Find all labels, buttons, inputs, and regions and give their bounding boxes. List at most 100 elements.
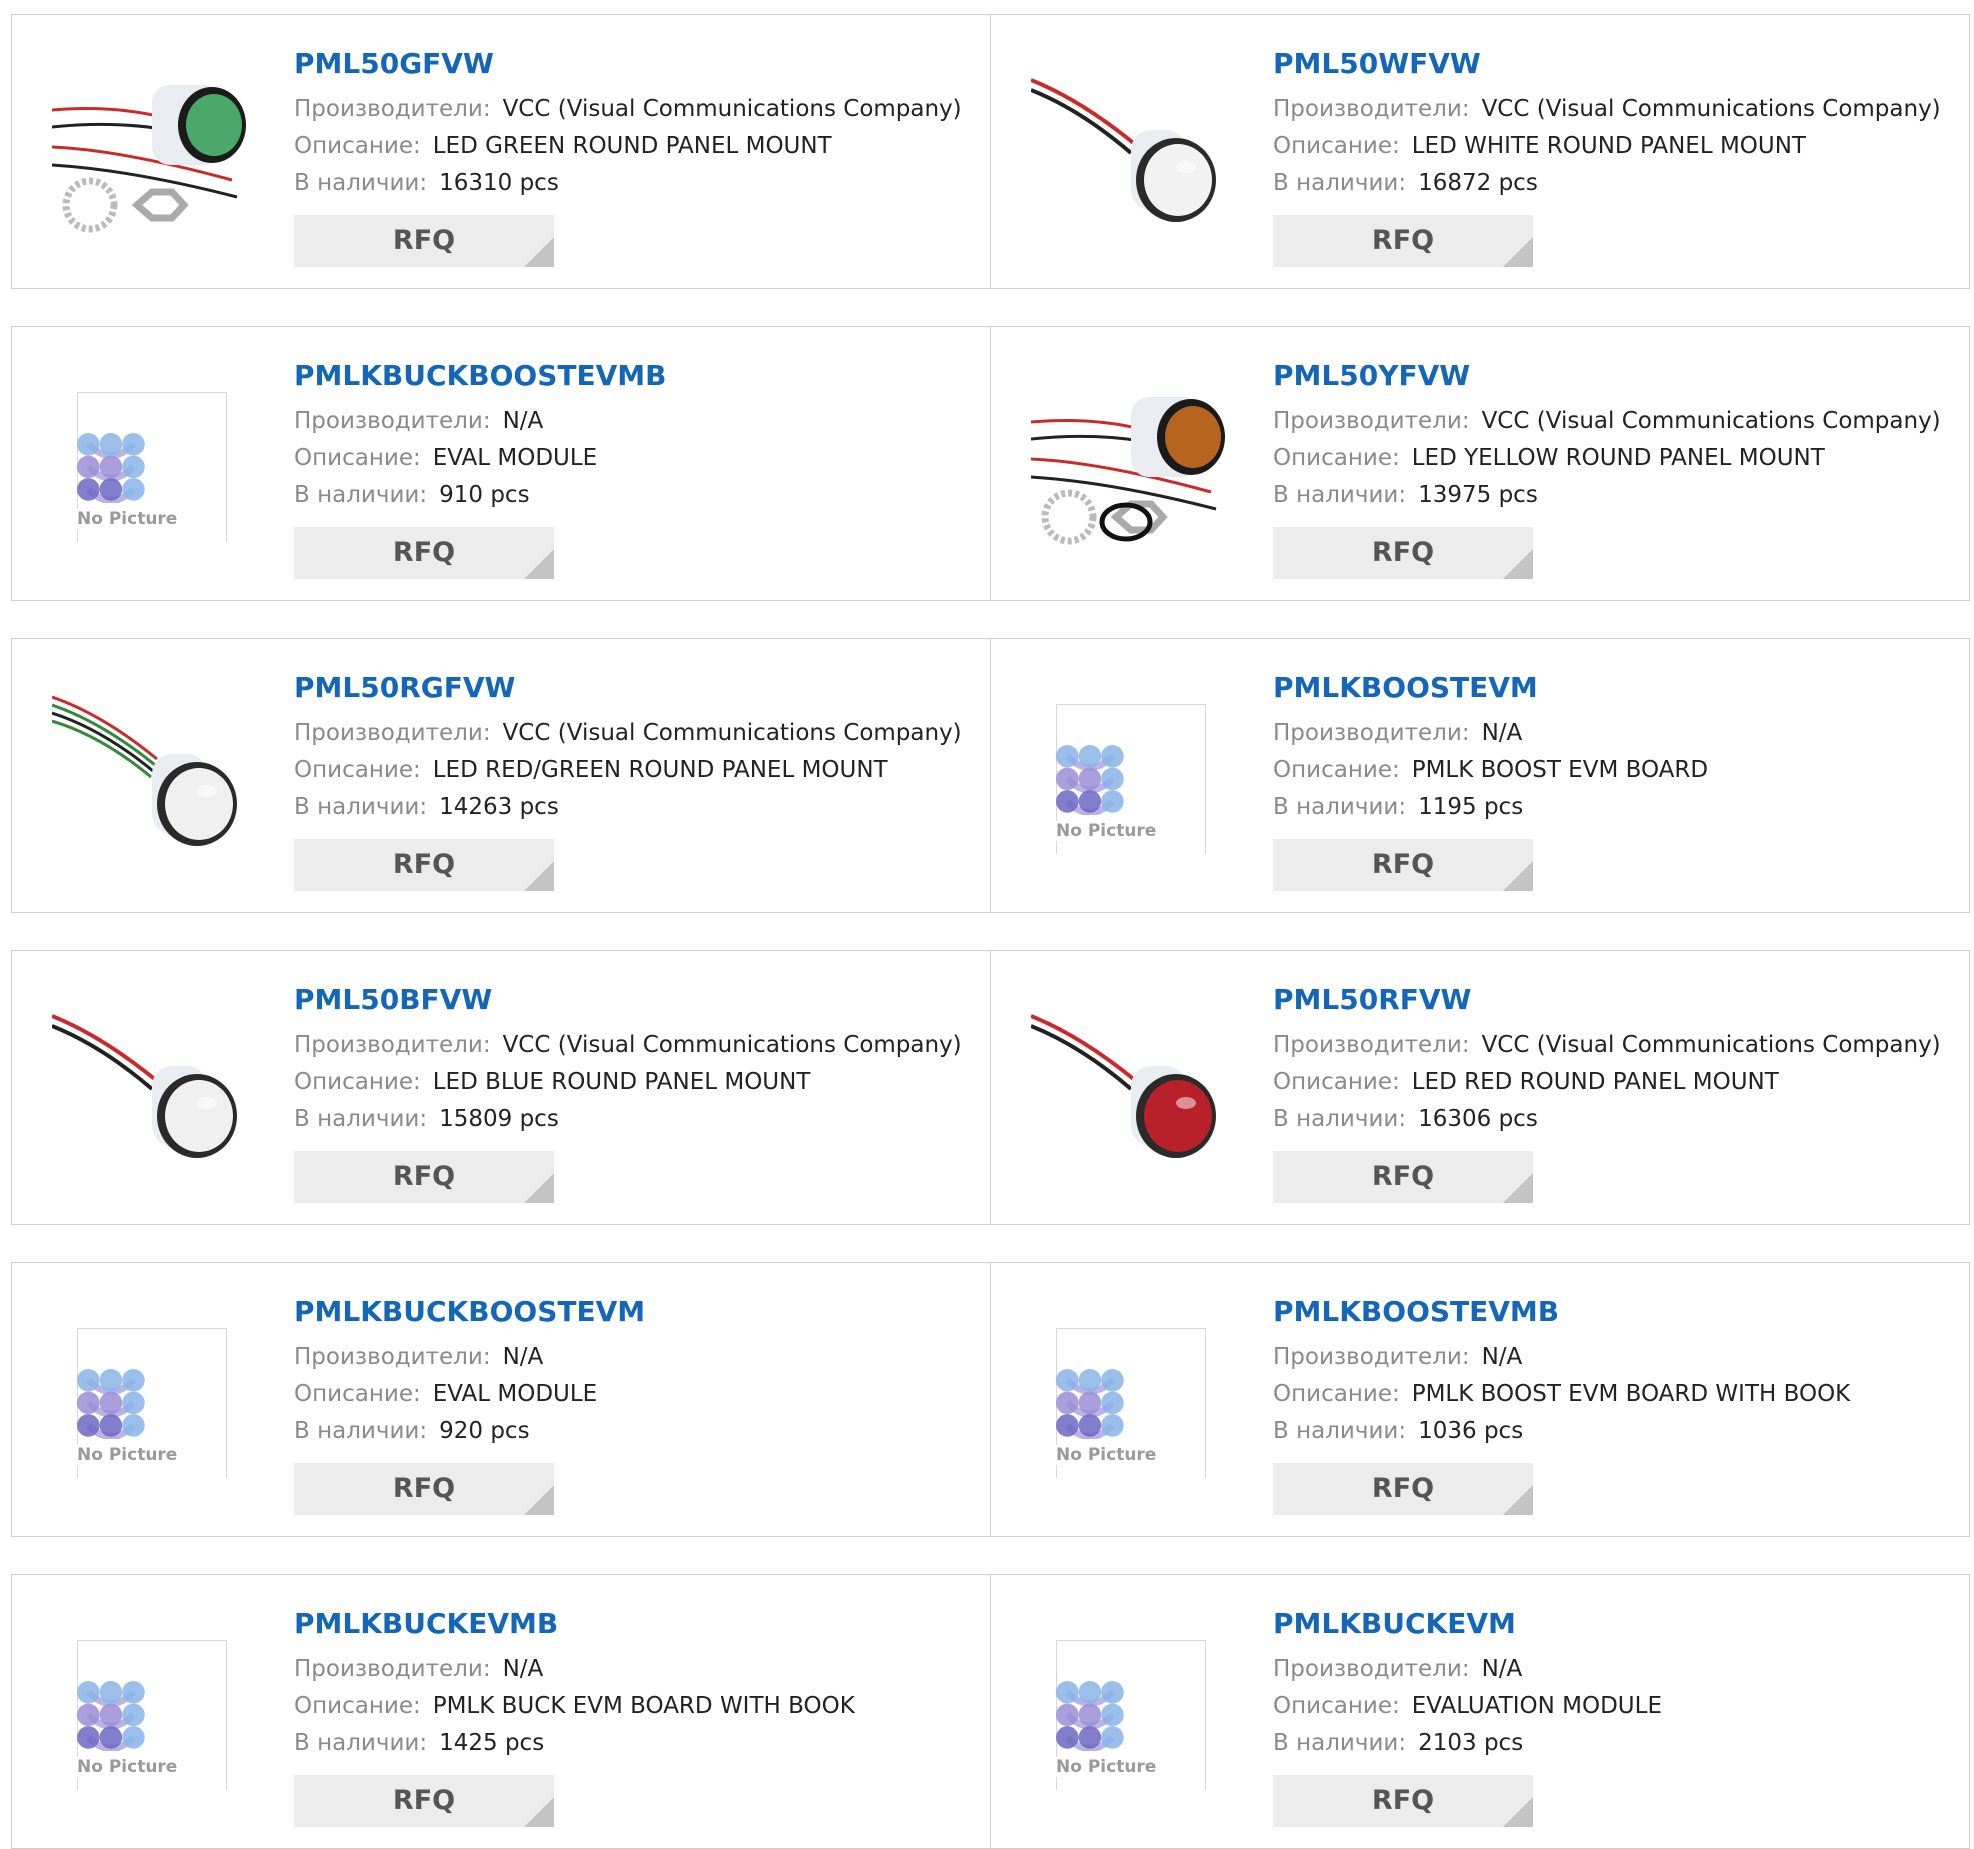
stock-value: 16310 pcs [439, 170, 559, 196]
description-row: Описание: LED RED ROUND PANEL MOUNT [1273, 1069, 1779, 1095]
manufacturer-label: Производители: [294, 96, 491, 122]
rfq-button-label: RFQ [1371, 225, 1435, 256]
stock-value: 910 pcs [439, 482, 530, 508]
led-thumbnail-svg [1031, 55, 1231, 255]
rfq-button[interactable]: RFQ [294, 1775, 554, 1827]
manufacturer-label: Производители: [294, 408, 491, 434]
rfq-button-label: RFQ [1371, 1161, 1435, 1192]
description-label: Описание: [1273, 133, 1400, 159]
stock-label: В наличии: [294, 1418, 428, 1444]
rfq-button[interactable]: RFQ [1273, 215, 1533, 267]
product-image[interactable]: No Picture [1031, 1615, 1231, 1815]
rfq-button[interactable]: RFQ [1273, 1463, 1533, 1515]
description-row: Описание: EVAL MODULE [294, 1381, 597, 1407]
description-row: Описание: LED GREEN ROUND PANEL MOUNT [294, 133, 832, 159]
stock-label: В наличии: [294, 1106, 428, 1132]
product-card: No Picture PMLKBOOSTEVM Производители: N/… [990, 638, 1970, 913]
manufacturer-row: Производители: N/A [1273, 1344, 1522, 1370]
stock-row: В наличии: 1425 pcs [294, 1730, 544, 1756]
description-row: Описание: LED RED/GREEN ROUND PANEL MOUNT [294, 757, 888, 783]
description-label: Описание: [1273, 445, 1400, 471]
stock-value: 15809 pcs [439, 1106, 559, 1132]
product-card: PML50RFVW Производители: VCC (Visual Comm… [990, 950, 1970, 1225]
led-thumbnail-svg [52, 991, 252, 1191]
led-thumbnail-svg [52, 55, 252, 255]
manufacturer-label: Производители: [1273, 408, 1470, 434]
no-picture-logo-icon [1056, 1369, 1124, 1439]
manufacturer-row: Производители: VCC (Visual Communications… [1273, 96, 1941, 122]
part-number-link[interactable]: PMLKBUCKBOOSTEVMB [294, 359, 666, 392]
manufacturer-row: Производители: N/A [1273, 720, 1522, 746]
rfq-button[interactable]: RFQ [294, 1463, 554, 1515]
product-image[interactable]: No Picture [1031, 679, 1231, 879]
rfq-button[interactable]: RFQ [294, 839, 554, 891]
product-image[interactable]: No Picture [52, 367, 252, 567]
stock-label: В наличии: [1273, 1730, 1407, 1756]
part-number-link[interactable]: PML50RGFVW [294, 671, 515, 704]
product-image[interactable]: No Picture [52, 1615, 252, 1815]
no-picture-logo-icon [77, 1369, 145, 1439]
description-row: Описание: LED WHITE ROUND PANEL MOUNT [1273, 133, 1806, 159]
led-thumbnail-svg [1031, 367, 1231, 567]
rfq-button-label: RFQ [392, 1161, 456, 1192]
description-row: Описание: LED BLUE ROUND PANEL MOUNT [294, 1069, 810, 1095]
manufacturer-label: Производители: [1273, 720, 1470, 746]
product-image[interactable] [1031, 367, 1231, 567]
rfq-button[interactable]: RFQ [294, 527, 554, 579]
manufacturer-value: N/A [502, 408, 544, 434]
product-image[interactable] [1031, 55, 1231, 255]
rfq-button[interactable]: RFQ [1273, 1151, 1533, 1203]
part-number-link[interactable]: PMLKBOOSTEVMB [1273, 1295, 1559, 1328]
corner-triangle-icon [524, 549, 554, 579]
no-picture-logo-icon [1056, 745, 1124, 815]
part-number-link[interactable]: PMLKBUCKEVM [1273, 1607, 1516, 1640]
stock-value: 14263 pcs [439, 794, 559, 820]
rfq-button[interactable]: RFQ [1273, 839, 1533, 891]
rfq-button[interactable]: RFQ [294, 215, 554, 267]
description-value: EVAL MODULE [432, 1381, 598, 1407]
part-number-link[interactable]: PML50BFVW [294, 983, 492, 1016]
manufacturer-label: Производители: [1273, 96, 1470, 122]
stock-value: 1036 pcs [1418, 1418, 1524, 1444]
rfq-button[interactable]: RFQ [1273, 527, 1533, 579]
part-number-link[interactable]: PMLKBUCKBOOSTEVM [294, 1295, 645, 1328]
manufacturer-value: N/A [1481, 1344, 1523, 1370]
part-number-link[interactable]: PML50YFVW [1273, 359, 1470, 392]
stock-row: В наличии: 1195 pcs [1273, 794, 1523, 820]
product-image[interactable]: No Picture [52, 1303, 252, 1503]
product-image[interactable] [1031, 991, 1231, 1191]
part-number-link[interactable]: PML50WFVW [1273, 47, 1481, 80]
product-card: PML50GFVW Производители: VCC (Visual Comm… [11, 14, 991, 289]
part-number-link[interactable]: PML50GFVW [294, 47, 494, 80]
product-card: PML50RGFVW Производители: VCC (Visual Com… [11, 638, 991, 913]
stock-label: В наличии: [294, 1730, 428, 1756]
corner-triangle-icon [524, 237, 554, 267]
manufacturer-row: Производители: N/A [1273, 1656, 1522, 1682]
product-image[interactable] [52, 55, 252, 255]
product-image[interactable]: No Picture [1031, 1303, 1231, 1503]
part-number-link[interactable]: PMLKBOOSTEVM [1273, 671, 1538, 704]
description-label: Описание: [294, 1693, 421, 1719]
no-picture-label: No Picture [1056, 1757, 1163, 1777]
rfq-button[interactable]: RFQ [1273, 1775, 1533, 1827]
description-label: Описание: [294, 757, 421, 783]
corner-triangle-icon [1503, 549, 1533, 579]
product-image[interactable] [52, 991, 252, 1191]
manufacturer-value: VCC (Visual Communications Company) [1481, 96, 1941, 122]
description-value: LED RED ROUND PANEL MOUNT [1411, 1069, 1779, 1095]
description-value: LED GREEN ROUND PANEL MOUNT [432, 133, 832, 159]
product-image[interactable] [52, 679, 252, 879]
stock-row: В наличии: 16306 pcs [1273, 1106, 1538, 1132]
part-number-link[interactable]: PMLKBUCKEVMB [294, 1607, 558, 1640]
corner-triangle-icon [1503, 861, 1533, 891]
stock-row: В наличии: 16310 pcs [294, 170, 559, 196]
stock-row: В наличии: 910 pcs [294, 482, 530, 508]
part-number-link[interactable]: PML50RFVW [1273, 983, 1471, 1016]
rfq-button-label: RFQ [1371, 537, 1435, 568]
product-card: No Picture PMLKBUCKBOOSTEVMB Производите… [11, 326, 991, 601]
manufacturer-label: Производители: [1273, 1656, 1470, 1682]
stock-value: 1195 pcs [1418, 794, 1524, 820]
description-value: LED BLUE ROUND PANEL MOUNT [432, 1069, 811, 1095]
rfq-button[interactable]: RFQ [294, 1151, 554, 1203]
stock-value: 2103 pcs [1418, 1730, 1524, 1756]
